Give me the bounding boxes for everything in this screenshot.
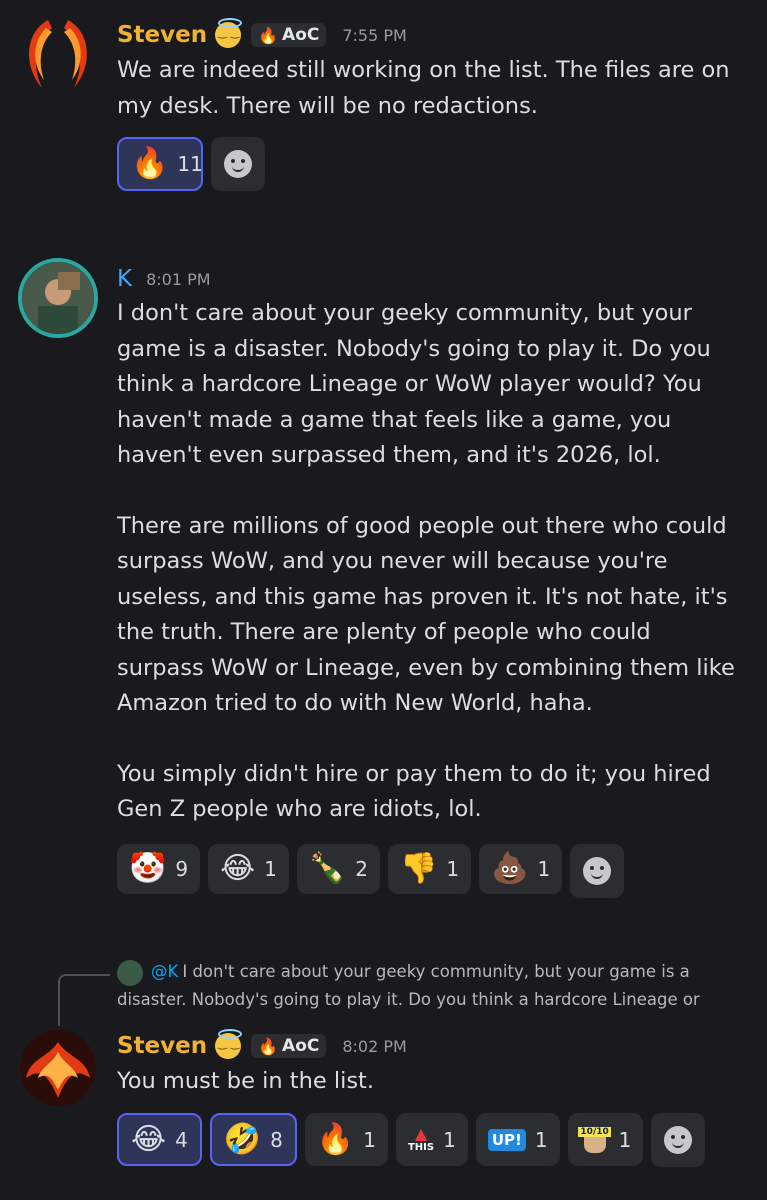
timestamp: 8:02 PM xyxy=(342,1036,407,1056)
avatar-steven[interactable] xyxy=(18,1028,98,1108)
reaction-joy[interactable]: 😂 1 xyxy=(208,844,289,894)
reply-avatar xyxy=(117,959,143,986)
reaction-count: 4 xyxy=(175,1127,188,1152)
avatar-k[interactable] xyxy=(18,258,98,338)
reaction-count: 1 xyxy=(443,1127,456,1152)
timestamp: 7:55 PM xyxy=(342,25,407,45)
message-text: You must be in the list. xyxy=(117,1064,737,1100)
reaction-count: 11 xyxy=(177,152,203,176)
clown-emoji-icon: 🤡 xyxy=(129,851,167,886)
reaction-this[interactable]: ▲ THIS 1 xyxy=(395,1113,468,1166)
guild-tag-label: AoC xyxy=(282,25,320,45)
reaction-rofl[interactable]: 🤣 8 xyxy=(209,1113,297,1166)
phoenix-avatar-icon xyxy=(18,1028,98,1108)
reply-preview[interactable]: @K I don't care about your geeky communit… xyxy=(117,958,737,1013)
message-paragraph: You simply didn't hire or pay them to do… xyxy=(117,760,711,823)
this-emoji-label: THIS xyxy=(407,1142,435,1153)
rofl-emoji-icon: 🤣 xyxy=(223,1121,262,1157)
add-reaction-button[interactable] xyxy=(211,137,265,191)
add-reaction-icon xyxy=(583,857,612,885)
add-reaction-icon xyxy=(224,150,252,178)
reaction-joy[interactable]: 😂 4 xyxy=(117,1113,202,1166)
user-photo-avatar-icon xyxy=(22,262,94,334)
guild-tag-label: AoC xyxy=(282,1036,320,1056)
reaction-count: 8 xyxy=(270,1127,283,1152)
reply-text: I don't care about your geeky community,… xyxy=(117,962,700,1009)
author-name[interactable]: K xyxy=(117,266,132,292)
message-paragraph: You must be in the list. xyxy=(117,1068,375,1094)
reactions-bar: 🔥 11 xyxy=(117,137,265,191)
reaction-ten-ten[interactable]: 10/10 1 xyxy=(567,1113,644,1166)
author-name[interactable]: Steven xyxy=(117,1033,207,1059)
message-paragraph: There are millions of good people out th… xyxy=(117,512,735,717)
message-text: I don't care about your geeky community,… xyxy=(117,296,737,828)
reaction-count: 1 xyxy=(534,1127,548,1152)
message-paragraph: We are indeed still working on the list.… xyxy=(117,57,730,119)
timestamp: 8:01 PM xyxy=(146,269,211,289)
thumbs-down-emoji-icon: 👎 xyxy=(399,851,438,886)
reaction-fire[interactable]: 🔥 11 xyxy=(117,137,203,191)
message-paragraph: I don't care about your geeky community,… xyxy=(117,300,711,468)
reactions-bar: 😂 4 🤣 8 🔥 1 ▲ THIS 1 UP! 1 10/10 1 xyxy=(117,1113,706,1167)
reaction-count: 9 xyxy=(175,857,189,881)
this-arrow-icon: ▲ THIS xyxy=(407,1124,435,1154)
guild-tag[interactable]: 🔥 AoC xyxy=(251,23,327,47)
joy-emoji-icon: 😂 xyxy=(131,1121,167,1157)
reply-mention[interactable]: @K xyxy=(151,962,178,981)
up-emoji-icon: UP! xyxy=(487,1128,526,1151)
bottle-emoji-icon: 🍾 xyxy=(308,851,347,886)
fire-emoji-icon: 🔥 xyxy=(316,1121,355,1157)
reaction-count: 1 xyxy=(618,1127,632,1152)
flame-icon: 🔥 xyxy=(258,1036,279,1056)
ten-ten-label: 10/10 xyxy=(578,1126,611,1137)
avatar-steven[interactable] xyxy=(18,14,98,94)
add-reaction-icon xyxy=(664,1126,693,1154)
reaction-clown[interactable]: 🤡 9 xyxy=(117,844,201,894)
guild-tag[interactable]: 🔥 AoC xyxy=(251,1034,327,1058)
flame-icon: 🔥 xyxy=(258,25,279,45)
message-text: We are indeed still working on the list.… xyxy=(117,53,737,124)
reaction-count: 1 xyxy=(363,1127,376,1152)
add-reaction-button[interactable] xyxy=(651,1113,706,1167)
reaction-fire[interactable]: 🔥 1 xyxy=(304,1113,388,1166)
author-name[interactable]: Steven xyxy=(117,22,207,48)
reaction-count: 1 xyxy=(446,857,460,881)
reaction-thumbs-down[interactable]: 👎 1 xyxy=(387,844,472,894)
reaction-up[interactable]: UP! 1 xyxy=(475,1113,560,1166)
reaction-bottle[interactable]: 🍾 2 xyxy=(296,844,380,894)
poop-emoji-icon: 💩 xyxy=(491,851,529,886)
halo-emoji-icon xyxy=(215,1029,243,1059)
reply-connector xyxy=(58,974,110,1026)
joy-emoji-icon: 😂 xyxy=(220,851,256,886)
ten-ten-dog-icon: 10/10 xyxy=(578,1126,611,1153)
reaction-count: 1 xyxy=(537,857,551,881)
reaction-poop[interactable]: 💩 1 xyxy=(479,844,563,894)
reaction-count: 2 xyxy=(355,857,368,881)
halo-emoji-icon xyxy=(215,18,243,48)
add-reaction-button[interactable] xyxy=(570,844,625,898)
reactions-bar: 🤡 9 😂 1 🍾 2 👎 1 💩 1 xyxy=(117,844,625,898)
phoenix-wings-avatar-icon xyxy=(18,14,98,94)
reaction-count: 1 xyxy=(264,857,277,881)
fire-emoji-icon: 🔥 xyxy=(131,146,169,181)
